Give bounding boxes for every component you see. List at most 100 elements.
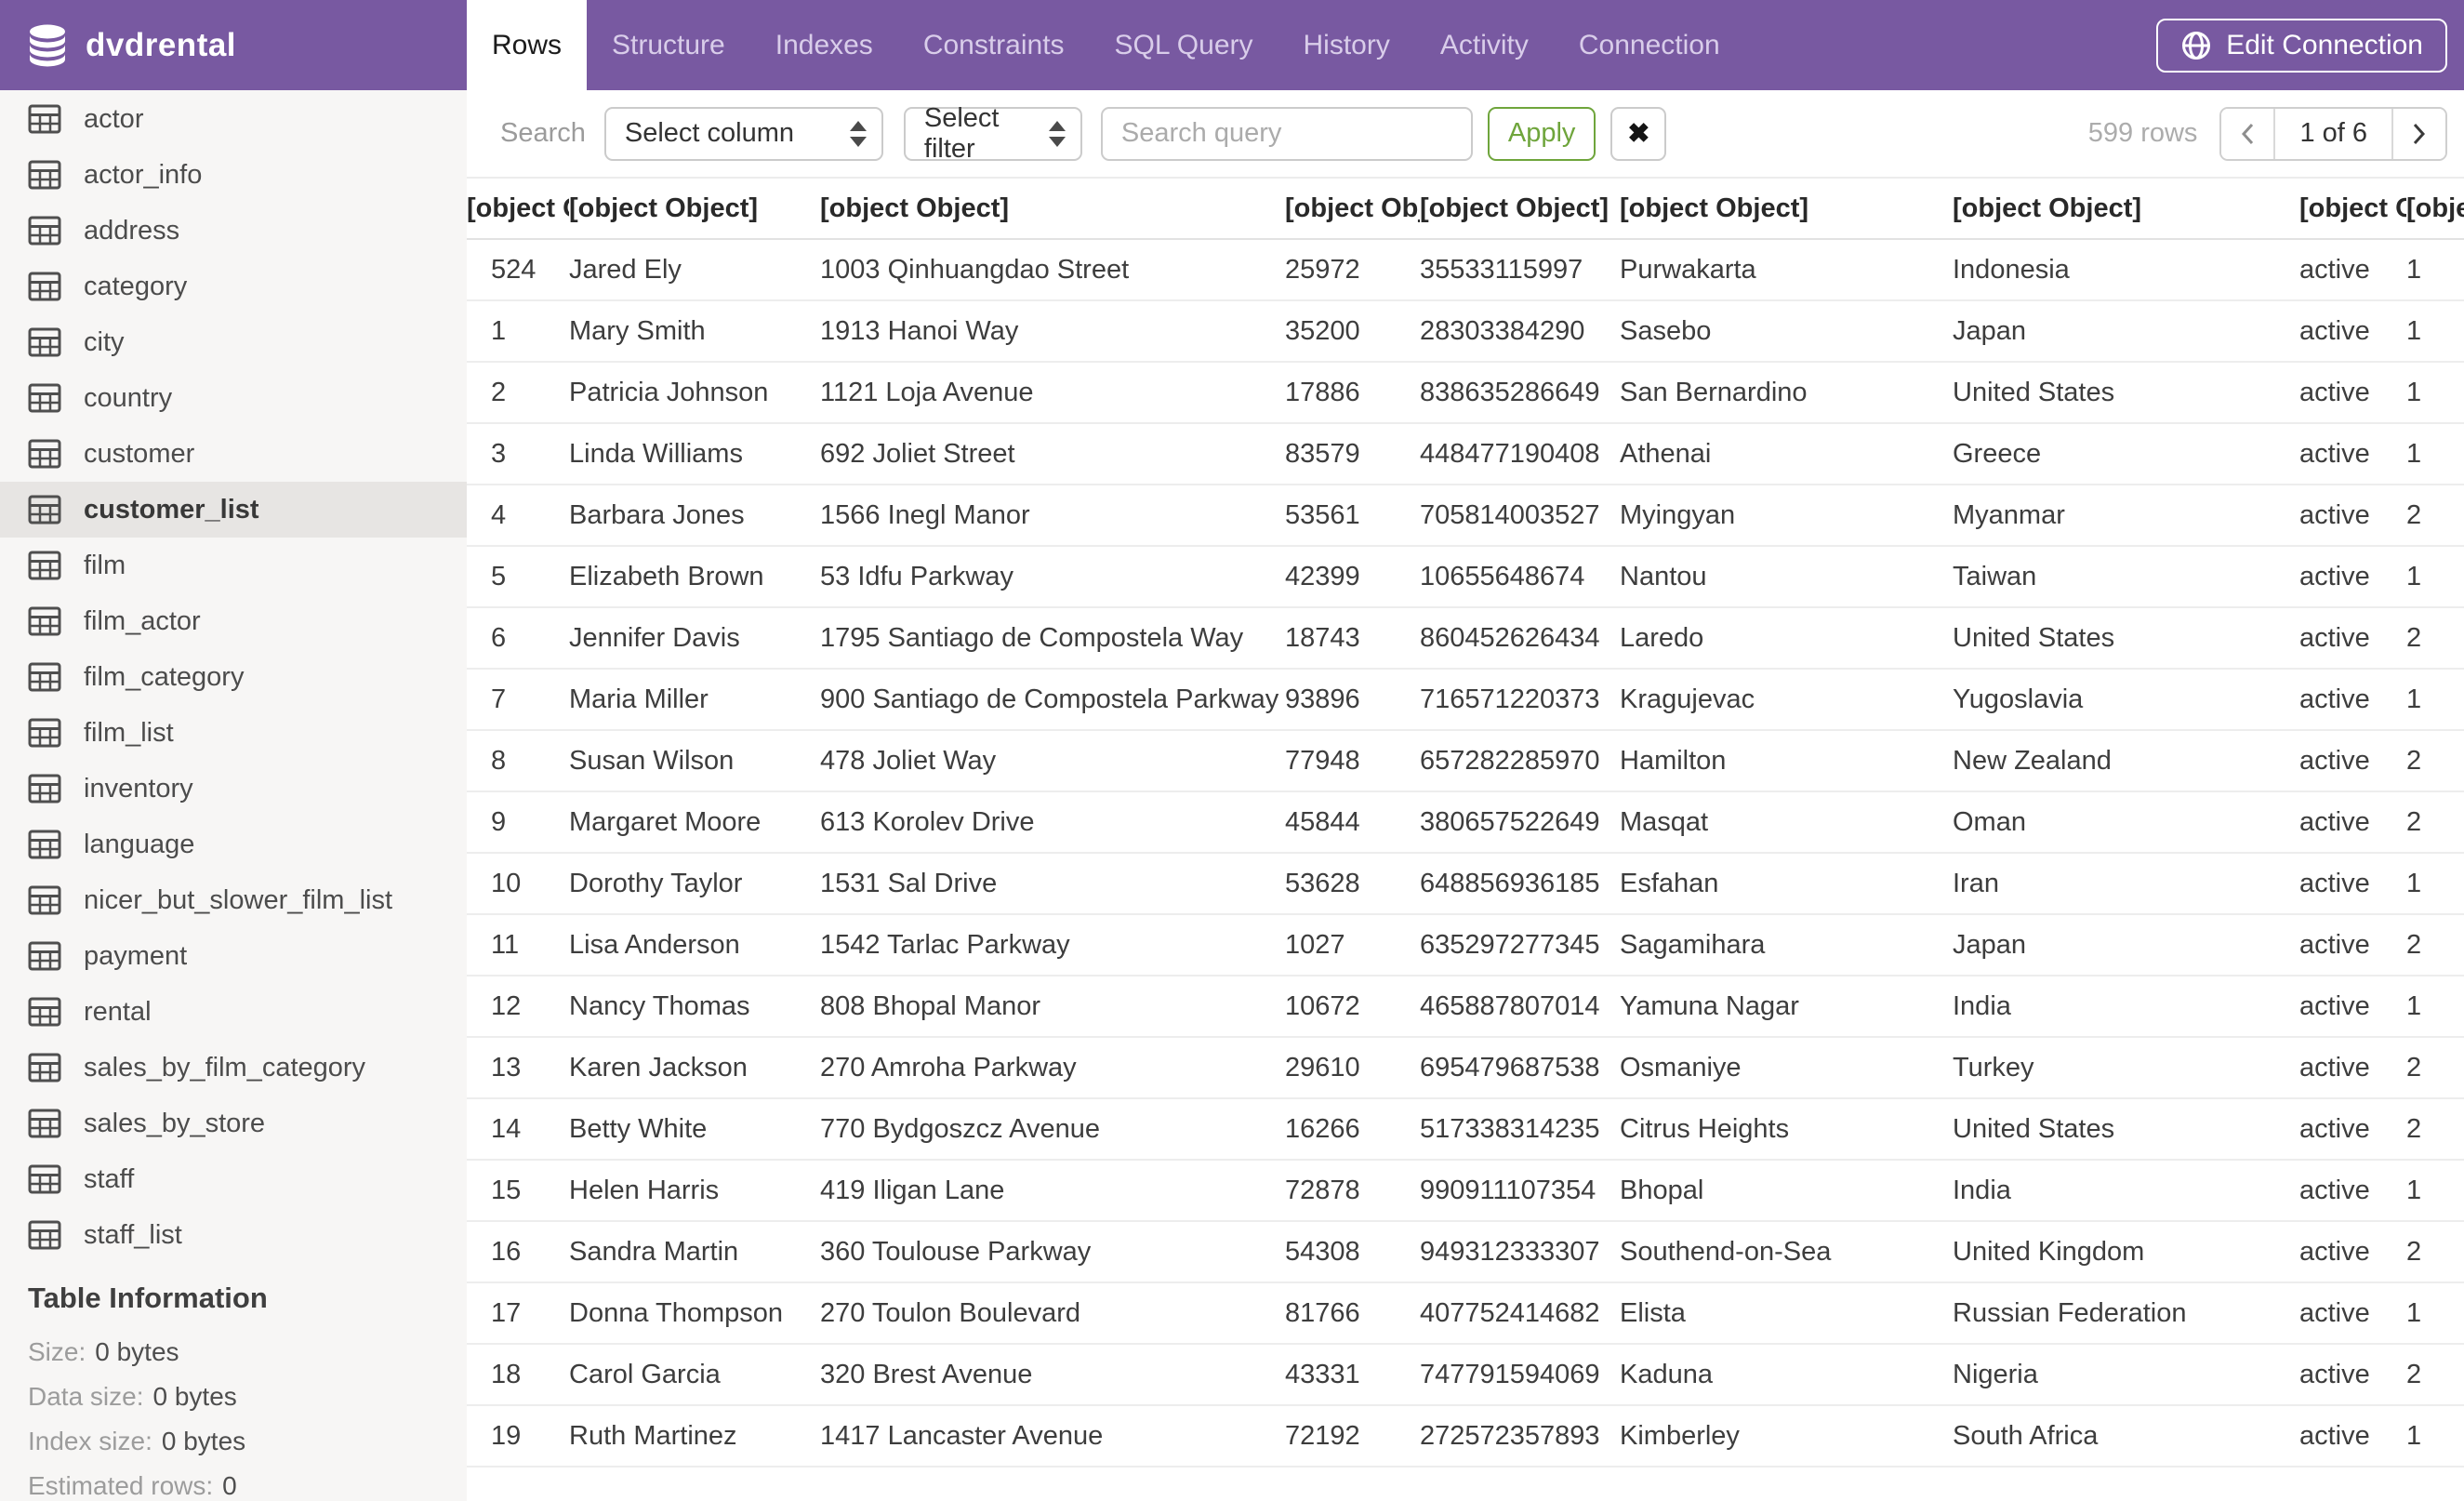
cell-phone[interactable]: 635297277345 xyxy=(1420,914,1620,976)
cell-country[interactable]: Yugoslavia xyxy=(1953,669,2299,731)
cell-sid[interactable]: 2 xyxy=(2406,914,2464,976)
cell-name[interactable]: Margaret Moore xyxy=(569,791,820,854)
cell-country[interactable]: Russian Federation xyxy=(1953,1282,2299,1345)
cell-city[interactable]: San Bernardino xyxy=(1620,362,1953,424)
cell-address[interactable]: 419 Iligan Lane xyxy=(820,1160,1285,1222)
apply-button[interactable]: Apply xyxy=(1487,106,1596,161)
cell-address[interactable]: 1542 Tarlac Parkway xyxy=(820,914,1285,976)
cell-notes[interactable]: active xyxy=(2299,976,2406,1038)
cell-notes[interactable]: active xyxy=(2299,362,2406,424)
cell-city[interactable]: Masqat xyxy=(1620,791,1953,854)
cell-zip-code[interactable]: 29610 xyxy=(1285,1037,1420,1099)
tab[interactable]: SQL Query xyxy=(1090,0,1278,90)
sidebar-table-item[interactable]: city xyxy=(0,314,467,370)
cell-name[interactable]: Betty White xyxy=(569,1098,820,1161)
cell-country[interactable]: United States xyxy=(1953,1098,2299,1161)
cell-zip-code[interactable]: 53628 xyxy=(1285,853,1420,915)
cell-id[interactable]: 16 xyxy=(467,1221,569,1283)
cell-notes[interactable]: active xyxy=(2299,239,2406,301)
cell-notes[interactable]: active xyxy=(2299,1037,2406,1099)
cell-city[interactable]: Sasebo xyxy=(1620,300,1953,363)
cell-zip-code[interactable]: 1027 xyxy=(1285,914,1420,976)
cell-country[interactable]: New Zealand xyxy=(1953,730,2299,792)
cell-address[interactable]: 1003 Qinhuangdao Street xyxy=(820,239,1285,301)
sidebar-table-item[interactable]: inventory xyxy=(0,761,467,817)
sidebar-table-item[interactable]: staff_list xyxy=(0,1207,467,1263)
cell-country[interactable]: Iran xyxy=(1953,853,2299,915)
cell-name[interactable]: Ruth Martinez xyxy=(569,1405,820,1468)
cell-address[interactable]: 270 Amroha Parkway xyxy=(820,1037,1285,1099)
cell-address[interactable]: 1566 Inegl Manor xyxy=(820,485,1285,547)
cell-address[interactable]: 53 Idfu Parkway xyxy=(820,546,1285,608)
cell-zip-code[interactable]: 93896 xyxy=(1285,669,1420,731)
cell-city[interactable]: Nantou xyxy=(1620,546,1953,608)
cell-notes[interactable]: active xyxy=(2299,1160,2406,1222)
cell-city[interactable]: Yamuna Nagar xyxy=(1620,976,1953,1038)
cell-address[interactable]: 1913 Hanoi Way xyxy=(820,300,1285,363)
cell-country[interactable]: United States xyxy=(1953,362,2299,424)
cell-city[interactable]: Kragujevac xyxy=(1620,669,1953,731)
cell-notes[interactable]: active xyxy=(2299,853,2406,915)
cell-zip-code[interactable]: 16266 xyxy=(1285,1098,1420,1161)
cell-name[interactable]: Patricia Johnson xyxy=(569,362,820,424)
sidebar-table-item[interactable]: actor_info xyxy=(0,147,467,203)
cell-phone[interactable]: 517338314235 xyxy=(1420,1098,1620,1161)
sidebar-table-item[interactable]: category xyxy=(0,259,467,314)
cell-zip-code[interactable]: 53561 xyxy=(1285,485,1420,547)
sidebar-table-item[interactable]: customer xyxy=(0,426,467,482)
cell-phone[interactable]: 448477190408 xyxy=(1420,423,1620,485)
cell-sid[interactable]: 2 xyxy=(2406,791,2464,854)
cell-notes[interactable]: active xyxy=(2299,1282,2406,1345)
cell-name[interactable]: Mary Smith xyxy=(569,300,820,363)
sidebar-table-item[interactable]: film_actor xyxy=(0,593,467,649)
cell-id[interactable]: 8 xyxy=(467,730,569,792)
cell-id[interactable]: 7 xyxy=(467,669,569,731)
cell-country[interactable]: India xyxy=(1953,1160,2299,1222)
filter-select[interactable]: Select filter xyxy=(903,103,1082,164)
cell-country[interactable]: Oman xyxy=(1953,791,2299,854)
tab[interactable]: Rows xyxy=(467,0,588,90)
cell-country[interactable]: Japan xyxy=(1953,300,2299,363)
cell-zip-code[interactable]: 77948 xyxy=(1285,730,1420,792)
sidebar-table-item[interactable]: language xyxy=(0,817,467,872)
cell-phone[interactable]: 28303384290 xyxy=(1420,300,1620,363)
cell-country[interactable]: Indonesia xyxy=(1953,239,2299,301)
cell-id[interactable]: 18 xyxy=(467,1344,569,1406)
cell-id[interactable]: 1 xyxy=(467,300,569,363)
cell-phone[interactable]: 747791594069 xyxy=(1420,1344,1620,1406)
cell-country[interactable]: Myanmar xyxy=(1953,485,2299,547)
cell-sid[interactable]: 1 xyxy=(2406,362,2464,424)
sidebar-table-item[interactable]: sales_by_store xyxy=(0,1096,467,1151)
cell-id[interactable]: 12 xyxy=(467,976,569,1038)
cell-country[interactable]: Nigeria xyxy=(1953,1344,2299,1406)
cell-sid[interactable]: 2 xyxy=(2406,607,2464,670)
cell-phone[interactable]: 716571220373 xyxy=(1420,669,1620,731)
cell-address[interactable]: 360 Toulouse Parkway xyxy=(820,1221,1285,1283)
cell-notes[interactable]: active xyxy=(2299,485,2406,547)
cell-phone[interactable]: 949312333307 xyxy=(1420,1221,1620,1283)
cell-name[interactable]: Barbara Jones xyxy=(569,485,820,547)
cell-notes[interactable]: active xyxy=(2299,791,2406,854)
cell-city[interactable]: Citrus Heights xyxy=(1620,1098,1953,1161)
cell-id[interactable]: 524 xyxy=(467,239,569,301)
cell-city[interactable]: Purwakarta xyxy=(1620,239,1953,301)
cell-city[interactable]: Kaduna xyxy=(1620,1344,1953,1406)
sidebar-table-item[interactable]: film_list xyxy=(0,705,467,761)
cell-address[interactable]: 770 Bydgoszcz Avenue xyxy=(820,1098,1285,1161)
cell-name[interactable]: Linda Williams xyxy=(569,423,820,485)
cell-address[interactable]: 1531 Sal Drive xyxy=(820,853,1285,915)
cell-phone[interactable]: 860452626434 xyxy=(1420,607,1620,670)
cell-sid[interactable]: 1 xyxy=(2406,300,2464,363)
sidebar-table-item[interactable]: film_category xyxy=(0,649,467,705)
cell-sid[interactable]: 1 xyxy=(2406,239,2464,301)
cell-address[interactable]: 808 Bhopal Manor xyxy=(820,976,1285,1038)
cell-phone[interactable]: 10655648674 xyxy=(1420,546,1620,608)
sidebar-table-item[interactable]: sales_by_film_category xyxy=(0,1040,467,1096)
cell-name[interactable]: Carol Garcia xyxy=(569,1344,820,1406)
cell-sid[interactable]: 2 xyxy=(2406,1037,2464,1099)
cell-city[interactable]: Kimberley xyxy=(1620,1405,1953,1468)
cell-zip-code[interactable]: 83579 xyxy=(1285,423,1420,485)
tab[interactable]: Structure xyxy=(587,0,750,90)
cell-notes[interactable]: active xyxy=(2299,423,2406,485)
cell-id[interactable]: 6 xyxy=(467,607,569,670)
